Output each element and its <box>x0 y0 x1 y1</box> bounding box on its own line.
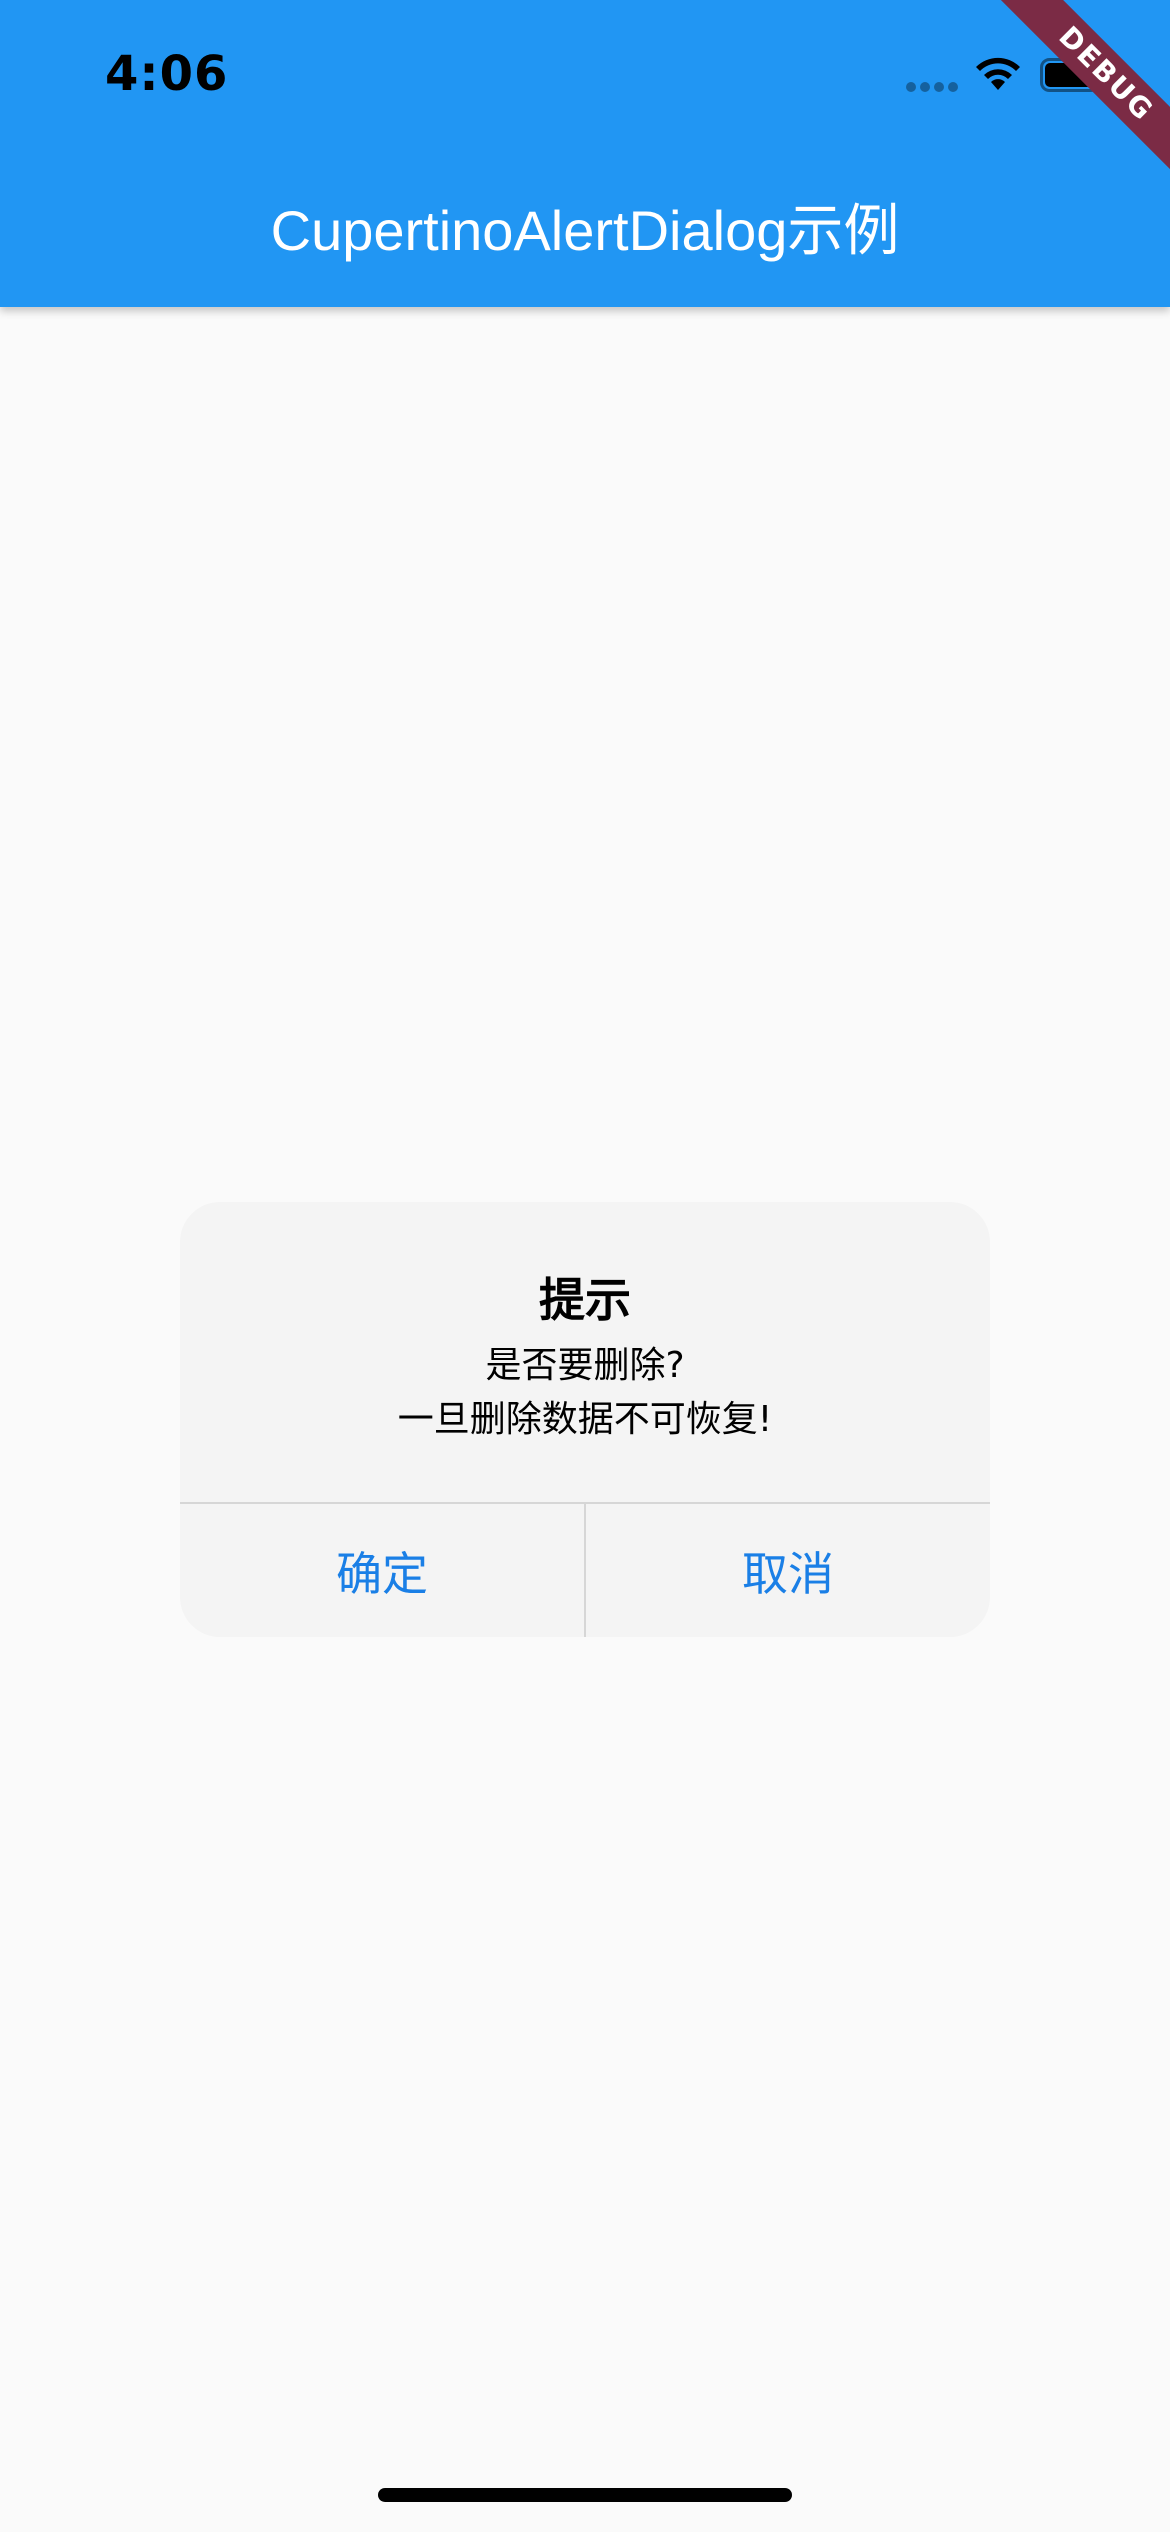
home-indicator[interactable] <box>378 2488 792 2502</box>
cellular-signal-icon <box>906 82 958 92</box>
alert-dialog: 提示 是否要删除? 一旦删除数据不可恢复! 确定 取消 <box>180 1202 990 1637</box>
battery-icon <box>1040 58 1105 92</box>
dialog-actions: 确定 取消 <box>180 1502 990 1637</box>
page-title: CupertinoAlertDialog示例 <box>270 199 900 262</box>
app-bar: 4:06 CupertinoAlertDialog示例 <box>0 0 1170 307</box>
screen: 4:06 CupertinoAlertDialog示例 DEBUG 提示 是否要… <box>0 0 1170 2532</box>
dialog-message-line-2: 一旦删除数据不可恢复! <box>397 1399 773 1440</box>
cancel-button[interactable]: 取消 <box>584 1504 990 1637</box>
dialog-title: 提示 <box>539 1273 631 1327</box>
confirm-button[interactable]: 确定 <box>180 1504 584 1637</box>
dialog-message-line-1: 是否要删除? <box>485 1345 685 1386</box>
status-time: 4:06 <box>105 46 229 102</box>
dialog-content: 提示 是否要删除? 一旦删除数据不可恢复! <box>180 1202 990 1502</box>
wifi-icon <box>976 57 1020 90</box>
